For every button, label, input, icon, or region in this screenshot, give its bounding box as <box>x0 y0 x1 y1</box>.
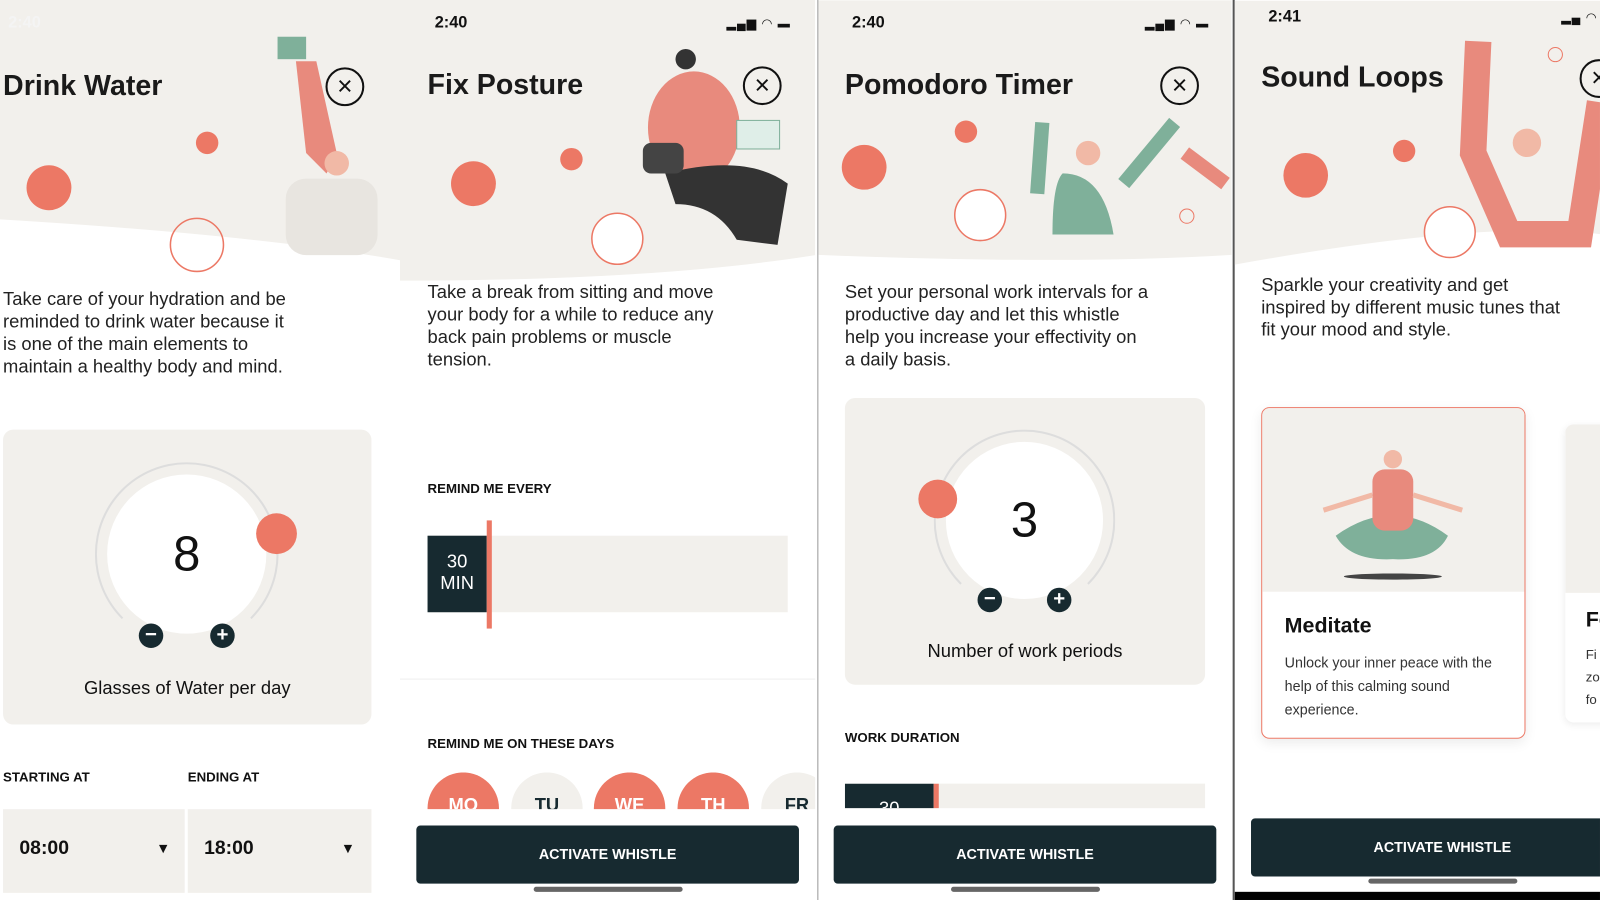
meditate-illustration <box>1262 408 1525 592</box>
home-indicator <box>533 886 683 892</box>
card-text: Fi zo fo <box>1585 646 1600 708</box>
chevron-down-icon: ▼ <box>340 839 355 857</box>
end-time-select[interactable]: 18:00 ▼ <box>187 809 372 893</box>
slider-handle[interactable] <box>486 520 492 629</box>
close-circle-icon[interactable]: × <box>1160 66 1199 106</box>
bottom-bezel <box>1234 891 1600 900</box>
starting-at-label: STARTING AT <box>3 769 90 785</box>
day-monday[interactable]: MO <box>427 772 499 810</box>
card-title: Meditate <box>1284 614 1372 638</box>
hero-illustration <box>399 0 816 281</box>
description: Take a break from sitting and move your … <box>427 281 714 370</box>
status-icons: ▂▄ ◠ <box>1561 10 1598 25</box>
work-periods-dial-card: 3 − + Number of work periods <box>844 397 1206 685</box>
interval-slider[interactable]: 30 MIN <box>427 520 788 629</box>
status-icons: ▂▄▆ ◠ ▬ <box>1144 16 1210 31</box>
day-wednesday[interactable]: WE <box>593 772 666 810</box>
sound-card-next[interactable]: Fo Fi zo fo <box>1565 424 1600 723</box>
page-title: Drink Water <box>3 69 163 102</box>
sound-card-meditate[interactable]: Meditate Unlock your inner peace with th… <box>1261 407 1526 739</box>
activate-whistle-button[interactable]: ACTIVATE WHISTLE <box>1251 818 1600 877</box>
description: Take care of your hydration and be remin… <box>3 288 286 377</box>
dial-label: Glasses of Water per day <box>83 677 291 698</box>
duration-value: 30 <box>844 783 934 809</box>
fix-posture-screen: 2:40 ▂▄▆ ◠ ▬ Fix Posture × Take a break … <box>399 0 816 900</box>
description: Sparkle your creativity and get inspired… <box>1261 274 1561 340</box>
hero-illustration <box>818 0 1232 260</box>
end-time-value: 18:00 <box>204 837 254 860</box>
day-tuesday[interactable]: TU <box>511 772 583 810</box>
work-duration-label: WORK DURATION <box>844 729 960 745</box>
sound-loops-screen: 2:41 ▂▄ ◠ Sound Loops × Sparkle your cre… <box>1232 0 1600 900</box>
interval-unit: MIN <box>440 572 474 593</box>
start-time-value: 08:00 <box>19 837 69 860</box>
hero-illustration <box>0 0 400 273</box>
dial-knob[interactable] <box>256 513 297 555</box>
decrement-button[interactable]: − <box>977 587 1003 613</box>
interval-value: 30 <box>446 551 468 572</box>
status-time: 2:41 <box>1268 8 1302 26</box>
status-time: 2:40 <box>8 14 41 32</box>
close-circle-icon[interactable]: × <box>325 67 365 107</box>
home-indicator <box>951 886 1100 892</box>
increment-button[interactable]: + <box>1046 587 1072 613</box>
dial-value: 8 <box>173 527 201 582</box>
activate-whistle-button[interactable]: ACTIVATE WHISTLE <box>416 825 799 884</box>
start-time-select[interactable]: 08:00 ▼ <box>3 809 185 893</box>
increment-button[interactable]: + <box>210 623 235 648</box>
dial-label: Number of work periods <box>927 640 1123 662</box>
page-title: Pomodoro Timer <box>844 68 1073 100</box>
card-text: Unlock your inner peace with the help of… <box>1284 654 1492 718</box>
home-indicator <box>1368 878 1518 884</box>
day-thursday[interactable]: TH <box>677 772 749 810</box>
days-row: MO TU WE TH FR <box>400 772 816 810</box>
page-title: Sound Loops <box>1261 61 1444 93</box>
day-friday[interactable]: FR <box>761 772 816 810</box>
activate-whistle-button[interactable]: ACTIVATE WHISTLE <box>833 825 1217 884</box>
dial-knob[interactable] <box>918 479 958 519</box>
status-time: 2:40 <box>434 14 468 32</box>
card-title: Fo <box>1585 608 1600 632</box>
page-title: Fix Posture <box>427 68 584 100</box>
hero-illustration <box>1234 0 1600 265</box>
pomodoro-timer-screen: 2:40 ▂▄▆ ◠ ▬ Pomodoro Timer × Set your p… <box>817 0 1232 900</box>
close-circle-icon[interactable]: × <box>742 66 782 106</box>
glasses-dial-card: 8 − + Glasses of Water per day <box>3 429 372 725</box>
divider <box>399 678 816 680</box>
remind-every-label: REMIND ME EVERY <box>427 480 552 496</box>
decrement-button[interactable]: − <box>138 623 164 648</box>
chevron-down-icon: ▼ <box>156 839 171 857</box>
days-label: REMIND ME ON THESE DAYS <box>427 735 615 752</box>
status-time: 2:40 <box>852 14 885 32</box>
ending-at-label: ENDING AT <box>187 769 260 785</box>
dial-value: 3 <box>1010 493 1039 548</box>
slider-handle[interactable] <box>933 783 939 809</box>
description: Set your personal work intervals for a p… <box>844 281 1149 370</box>
status-icons: ▂▄▆ ◠ ▬ <box>726 16 791 31</box>
duration-slider[interactable]: 30 <box>844 783 1206 809</box>
drink-water-screen: 2:40 Drink Water × Take care of your hyd… <box>0 0 400 900</box>
